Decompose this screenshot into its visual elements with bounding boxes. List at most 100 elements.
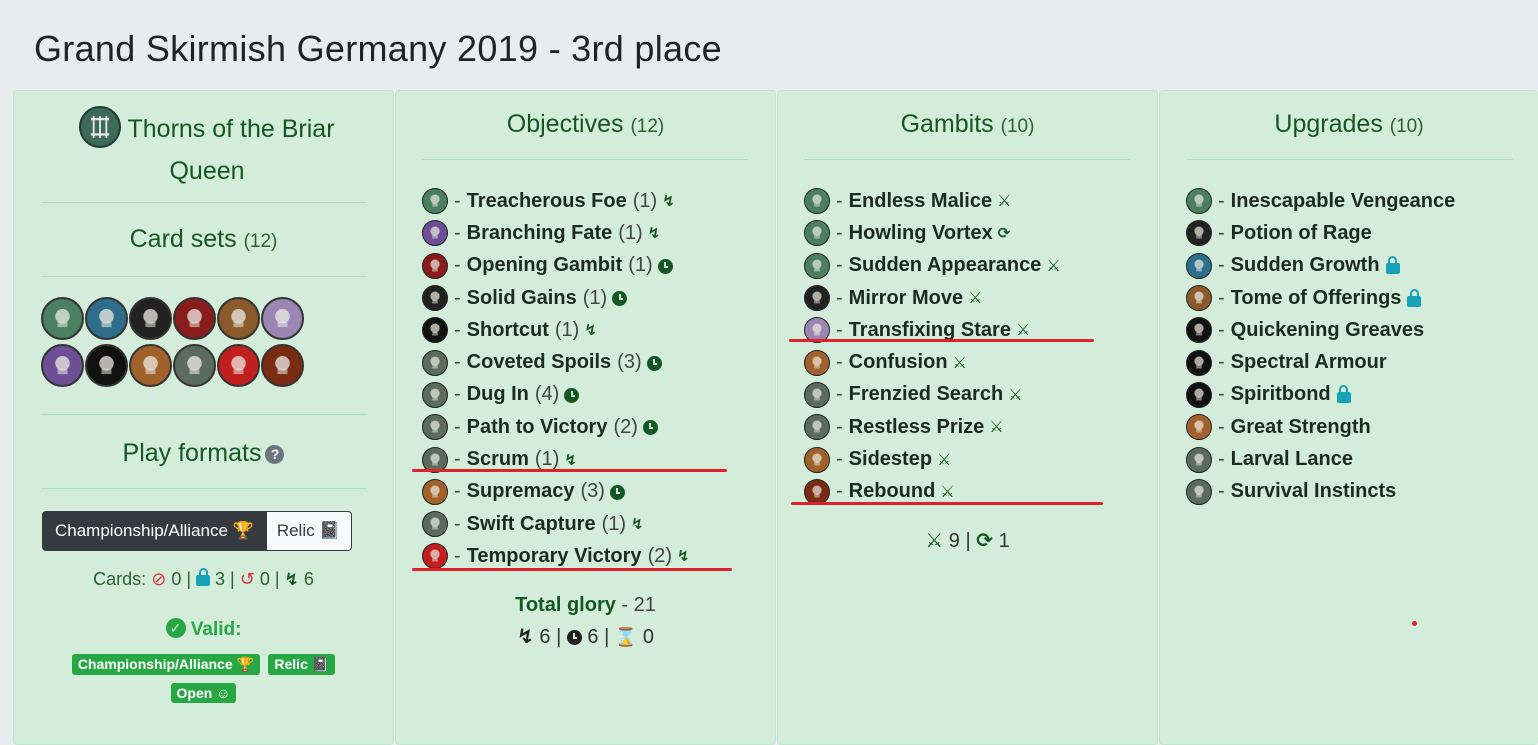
- separator: -: [836, 448, 843, 471]
- card-name-link[interactable]: Coveted Spoils: [467, 351, 611, 374]
- list-item: - Dug In (4): [422, 379, 690, 411]
- card-name-link[interactable]: Supremacy: [467, 480, 575, 503]
- restricted-lock-icon: [1336, 385, 1351, 404]
- card-name-link[interactable]: Path to Victory: [467, 416, 608, 439]
- card-set-icon: [804, 478, 830, 505]
- skull-set-icon[interactable]: [173, 344, 216, 387]
- surge-icon: ↯: [584, 322, 597, 340]
- help-icon[interactable]: ?: [265, 444, 285, 464]
- separator: -: [836, 189, 843, 212]
- relic-badge: Relic 📓: [268, 654, 336, 675]
- arena-set-icon[interactable]: [173, 297, 216, 340]
- surge-icon: ↯: [631, 516, 644, 534]
- separator: -: [836, 351, 843, 374]
- card-set-icon: [1186, 220, 1212, 247]
- gambits-list: - Endless Malice ⚔ - Howling Vortex ⟳ - Sudden …: [804, 185, 1061, 508]
- separator: -: [454, 318, 461, 341]
- skull-mask-set-icon[interactable]: [217, 297, 260, 340]
- card-sets-label: Card sets: [129, 225, 237, 253]
- card-name-link[interactable]: Shortcut: [467, 319, 549, 342]
- card-name-link[interactable]: Swift Capture: [467, 513, 596, 536]
- demon-set-icon[interactable]: [261, 344, 304, 387]
- annotation-underline: [412, 469, 727, 472]
- card-name-link[interactable]: Survival Instincts: [1231, 480, 1397, 503]
- card-name-link[interactable]: Solid Gains: [467, 287, 577, 310]
- faction-name[interactable]: Thorns of the Briar Queen: [127, 115, 334, 185]
- card-name-link[interactable]: Mirror Move: [849, 287, 963, 310]
- beastgrave-set-icon[interactable]: [85, 297, 128, 340]
- card-name-link[interactable]: Spiritbond: [1231, 383, 1331, 406]
- list-item: - Great Strength: [1186, 411, 1455, 443]
- separator: -: [454, 189, 461, 212]
- sun-set-icon[interactable]: [217, 344, 260, 387]
- card-name-link[interactable]: Opening Gambit: [467, 254, 623, 277]
- separator: -: [836, 415, 843, 438]
- card-name-link[interactable]: Tome of Offerings: [1231, 287, 1402, 310]
- glory-value: (2): [647, 544, 673, 567]
- card-name-link[interactable]: Larval Lance: [1231, 448, 1353, 471]
- separator: -: [454, 480, 461, 503]
- mask-set-icon[interactable]: [129, 344, 172, 387]
- card-set-icon: [804, 220, 830, 247]
- annotation-underline: [791, 502, 1103, 505]
- play-formats-heading: Play formats?: [14, 439, 393, 468]
- glory-value: (1): [582, 286, 608, 309]
- relic-format-button[interactable]: Relic 📓: [266, 511, 352, 551]
- card-name-link[interactable]: Inescapable Vengeance: [1231, 190, 1456, 213]
- card-name-link[interactable]: Spectral Armour: [1231, 351, 1387, 374]
- card-name-link[interactable]: Confusion: [849, 351, 948, 374]
- championship-badge: Championship/Alliance 🏆: [71, 654, 260, 675]
- list-item: - Coveted Spoils (3): [422, 346, 690, 378]
- card-set-icon: [422, 285, 448, 312]
- card-name-link[interactable]: Quickening Greaves: [1231, 319, 1424, 342]
- card-name-link[interactable]: Temporary Victory: [467, 545, 642, 568]
- glory-value: (3): [617, 351, 642, 374]
- objectives-list: - Treacherous Foe (1) ↯ - Branching Fate (1) ↯ -…: [422, 185, 690, 573]
- ploy-swords-icon: ⚔: [952, 354, 967, 372]
- ploy-swords-icon: ⚔: [940, 483, 955, 501]
- surge-objectives-count: 6: [539, 626, 551, 648]
- spell-swirl-icon: ⟳: [976, 530, 993, 552]
- card-name-link[interactable]: Frenzied Search: [849, 383, 1004, 406]
- hammers-set-icon[interactable]: [85, 344, 128, 387]
- ploy-swords-icon: ⚔: [1015, 322, 1031, 340]
- card-set-icon: [422, 414, 448, 441]
- list-item: - Mirror Move ⚔: [804, 282, 1061, 314]
- card-name-link[interactable]: Branching Fate: [467, 222, 613, 245]
- list-item: - Potion of Rage: [1186, 217, 1455, 249]
- list-item: - Tome of Offerings: [1186, 282, 1455, 314]
- card-name-link[interactable]: Treacherous Foe: [467, 190, 627, 213]
- clock-icon: [642, 419, 658, 436]
- championship-format-button[interactable]: Championship/Alliance 🏆: [42, 511, 267, 551]
- card-name-link[interactable]: Potion of Rage: [1231, 222, 1372, 245]
- card-name-link[interactable]: Dug In: [467, 383, 529, 406]
- card-name-link[interactable]: Great Strength: [1231, 416, 1371, 439]
- card-name-link[interactable]: Scrum: [467, 448, 529, 471]
- rotated-count: 0: [259, 569, 270, 589]
- card-name-link[interactable]: Rebound: [849, 480, 936, 503]
- card-set-icon: [1186, 285, 1212, 312]
- card-name-link[interactable]: Sidestep: [849, 448, 932, 471]
- mushroom-set-icon[interactable]: [261, 297, 304, 340]
- card-name-link[interactable]: Restless Prize: [849, 416, 985, 439]
- card-set-icon: [422, 349, 448, 376]
- separator: -: [836, 221, 843, 244]
- card-name-link[interactable]: Sudden Growth: [1231, 254, 1380, 277]
- upgrades-panel: Upgrades (10) - Inescapable Vengeance - Pot…: [1159, 90, 1538, 745]
- card-set-icon: [1186, 252, 1212, 279]
- list-item: - Larval Lance: [1186, 443, 1455, 475]
- direchasm-set-icon[interactable]: [129, 297, 172, 340]
- separator: -: [454, 512, 461, 535]
- card-name-link[interactable]: Howling Vortex: [849, 222, 993, 245]
- list-item: - Spiritbond: [1186, 379, 1455, 411]
- clock-icon: [657, 257, 673, 274]
- banned-icon: ⊘: [151, 569, 167, 589]
- separator: -: [1218, 351, 1225, 374]
- cards-stats-label: Cards:: [93, 569, 147, 589]
- ploy-swords-icon: ⚔: [997, 193, 1012, 211]
- nightvault-set-icon[interactable]: [41, 297, 84, 340]
- card-name-link[interactable]: Endless Malice: [849, 190, 992, 213]
- card-name-link[interactable]: Sudden Appearance: [849, 254, 1042, 277]
- ploy-swords-icon: ⚔: [925, 530, 944, 552]
- crystal-set-icon[interactable]: [41, 344, 84, 387]
